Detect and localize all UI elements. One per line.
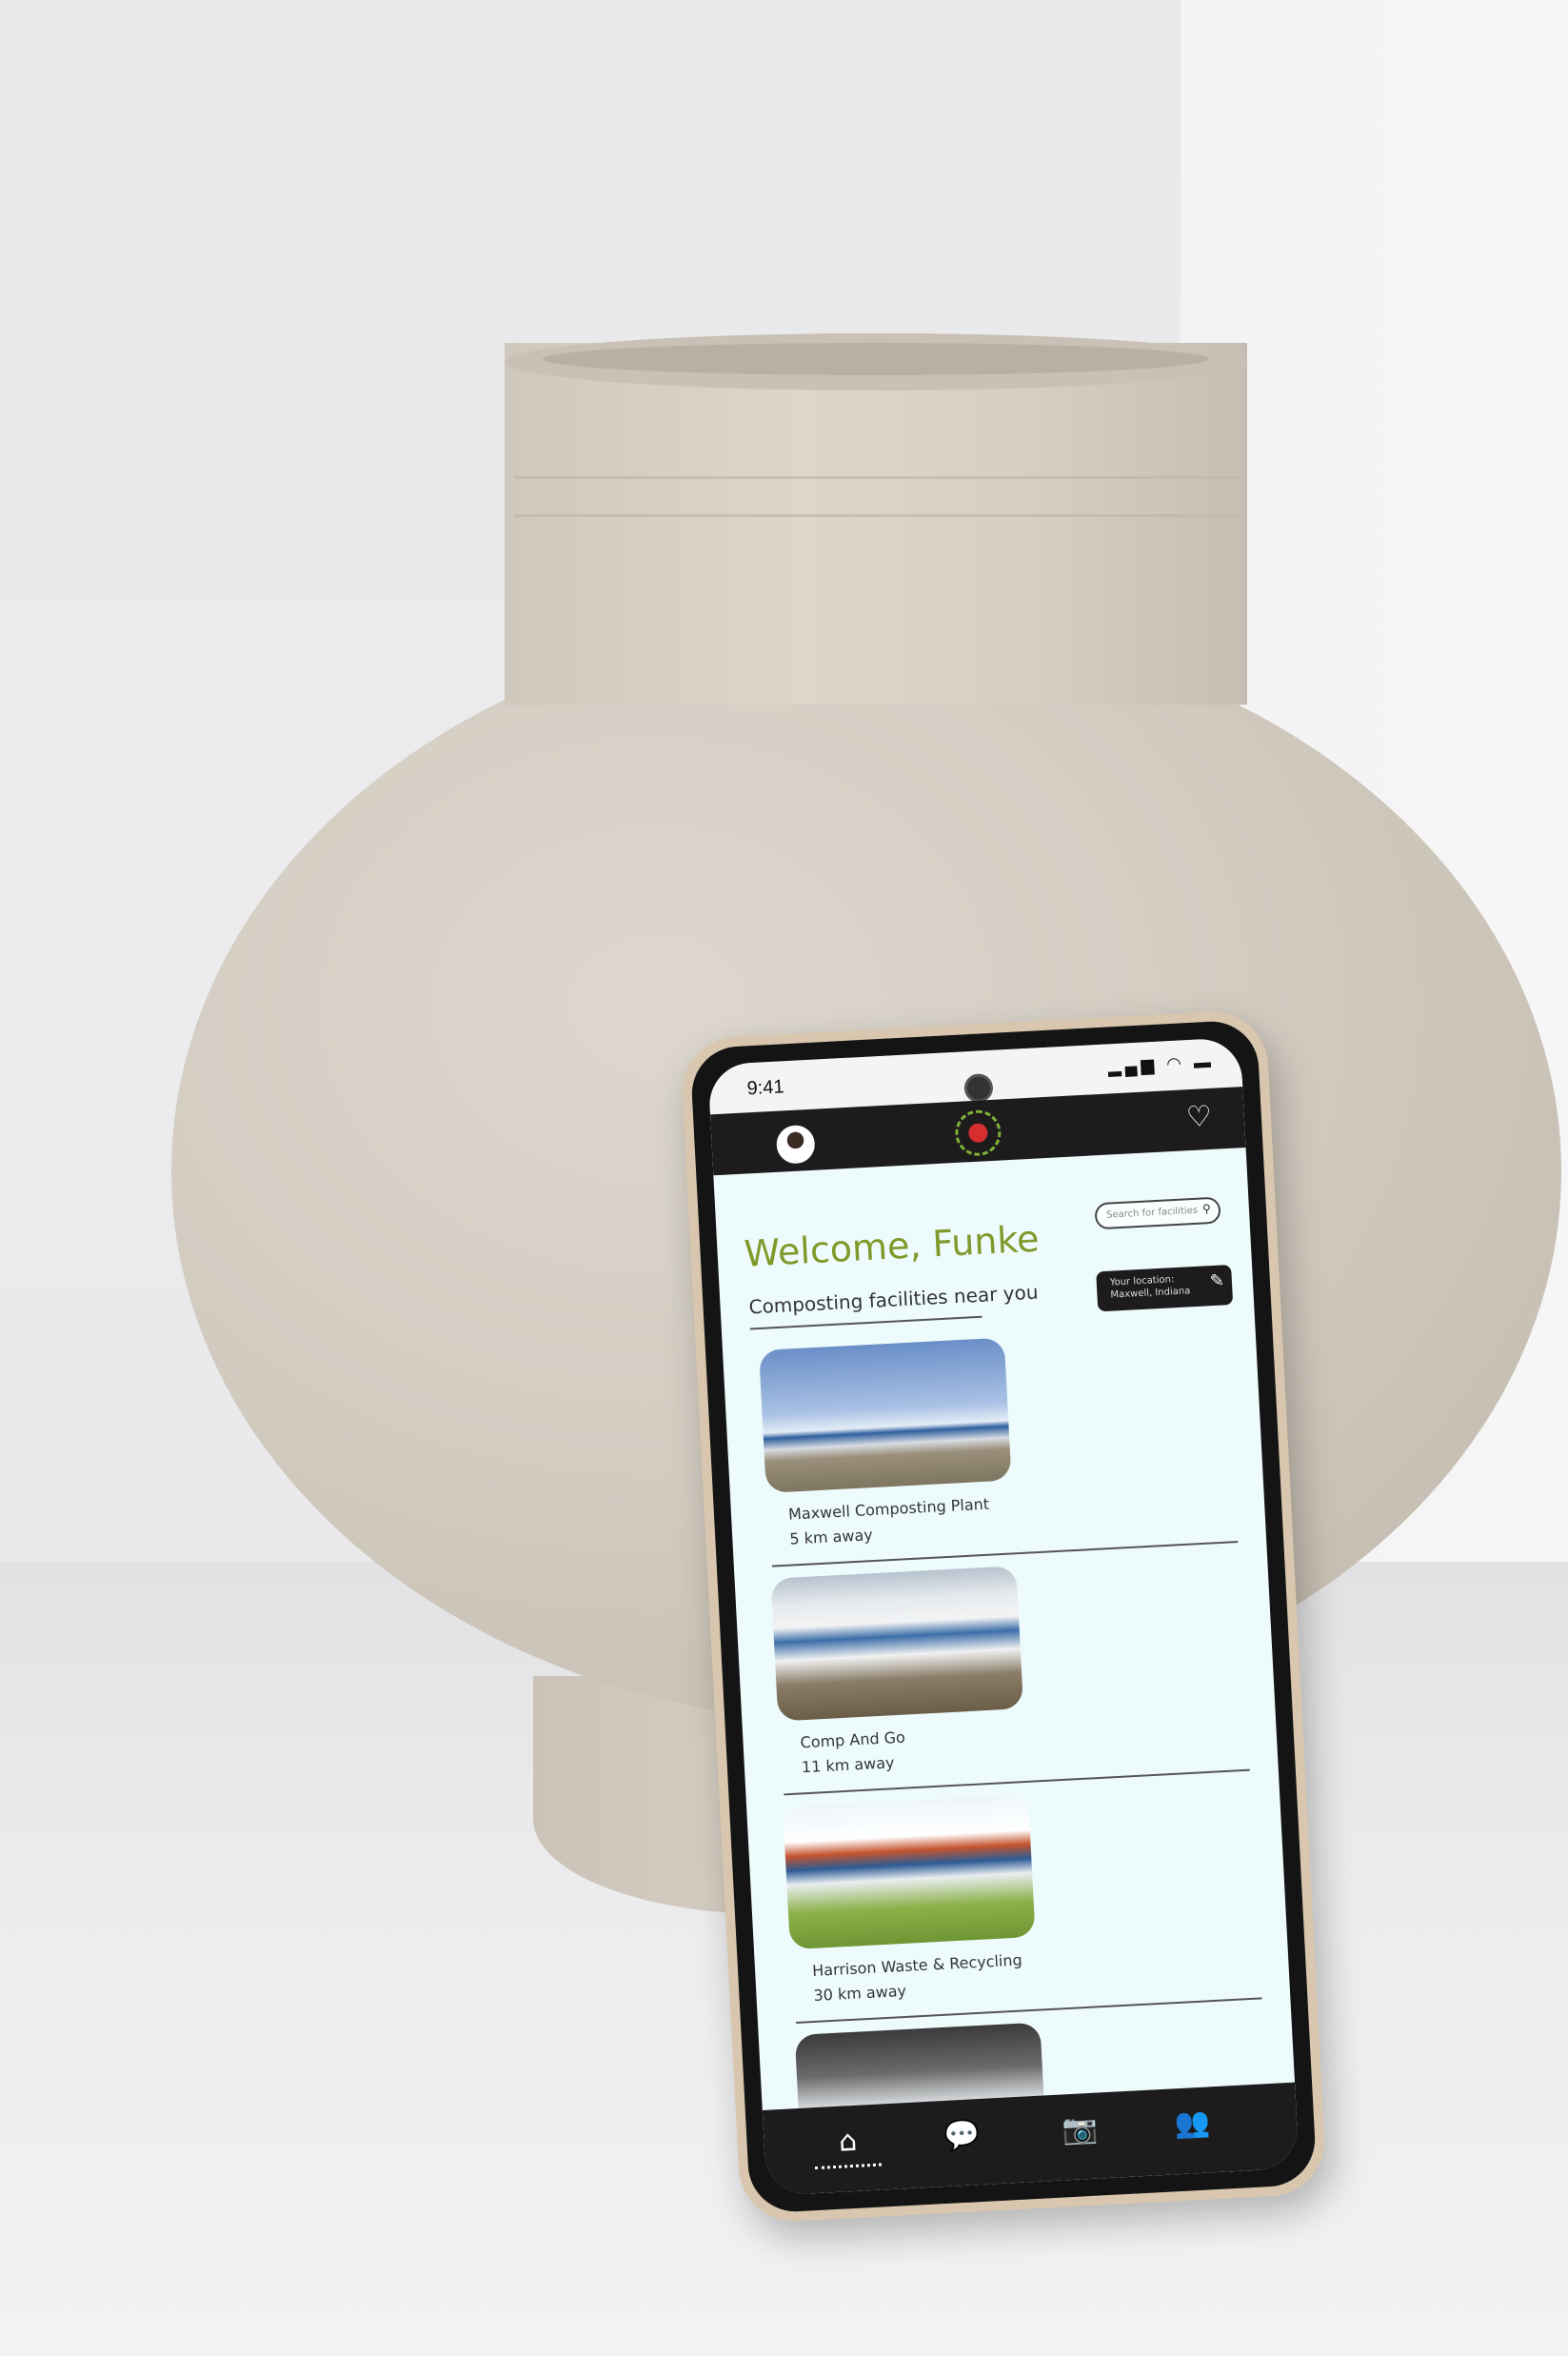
vase-groove [514, 514, 1238, 517]
page-title: Welcome, Funke [743, 1217, 1041, 1275]
phone-device: 9:41 ▂▄▆ ◠ ▬ ♡ Welcome, Funke Search for… [679, 1008, 1328, 2225]
vase-groove [514, 476, 1238, 479]
app-logo-icon[interactable] [954, 1108, 1002, 1157]
camera-icon[interactable]: 📷 [1050, 2111, 1109, 2147]
heart-icon[interactable]: ♡ [1185, 1100, 1213, 1134]
edit-icon[interactable]: ✎ [1209, 1270, 1224, 1291]
facility-photo[interactable] [783, 1793, 1036, 1950]
facility-distance: 30 km away [813, 1981, 907, 2005]
people-icon[interactable]: 👥 [1162, 2106, 1221, 2142]
search-input[interactable]: Search for facilities ⚲ [1094, 1196, 1221, 1230]
section-heading: Composting facilities near you [747, 1280, 1040, 1319]
facility-name: Harrison Waste & Recycling [811, 1950, 1023, 1981]
facility-photo[interactable] [770, 1566, 1024, 1722]
facility-name: Comp And Go [800, 1727, 906, 1752]
facility-card[interactable]: Harrison Waste & Recycling 30 km away [746, 1781, 1290, 2024]
front-camera [963, 1072, 994, 1104]
app-screen: 9:41 ▂▄▆ ◠ ▬ ♡ Welcome, Funke Search for… [707, 1037, 1300, 2196]
location-badge[interactable]: Your location: Maxwell, Indiana ✎ [1096, 1264, 1234, 1312]
facility-distance: 5 km away [788, 1526, 874, 1548]
section-divider [749, 1315, 982, 1330]
active-tab-indicator [814, 2163, 883, 2170]
facility-name: Maxwell Composting Plant [787, 1494, 990, 1524]
facility-distance: 11 km away [801, 1753, 895, 1777]
system-icons: ▂▄▆ ◠ ▬ [1107, 1051, 1216, 1077]
status-time: 9:41 [746, 1076, 785, 1100]
facility-card[interactable]: Comp And Go 11 km away [735, 1552, 1279, 1796]
chat-icon[interactable]: 💬 [933, 2117, 992, 2153]
facility-card[interactable]: Maxwell Composting Plant 5 km away [723, 1325, 1266, 1567]
search-placeholder: Search for facilities [1105, 1205, 1199, 1221]
phone-bezel: 9:41 ▂▄▆ ◠ ▬ ♡ Welcome, Funke Search for… [689, 1019, 1318, 2214]
vase-neck [505, 343, 1247, 705]
vase-opening [543, 343, 1209, 375]
home-icon[interactable]: ⌂ [819, 2124, 878, 2160]
facility-photo[interactable] [759, 1337, 1012, 1493]
main-content: Welcome, Funke Search for facilities ⚲ Y… [713, 1148, 1295, 2178]
search-icon[interactable]: ⚲ [1202, 1202, 1212, 1215]
avatar[interactable] [775, 1124, 816, 1165]
